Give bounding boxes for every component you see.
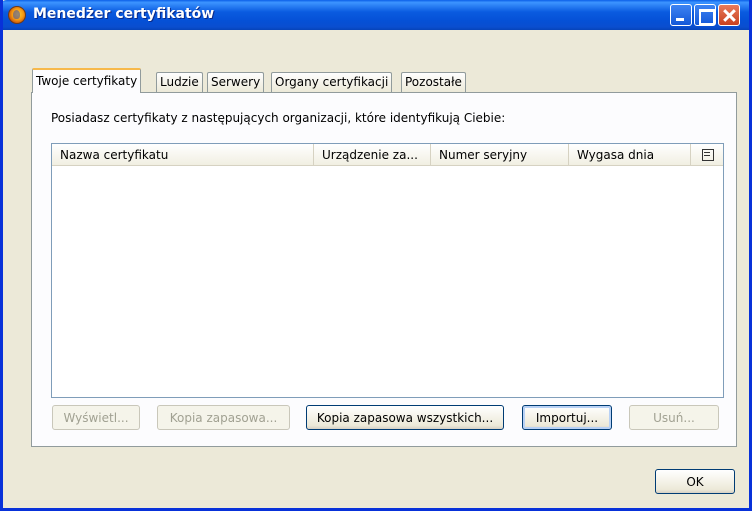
minimize-button[interactable] xyxy=(670,4,692,26)
ok-button[interactable]: OK xyxy=(655,469,735,494)
column-picker-icon[interactable] xyxy=(700,147,714,161)
backup-button[interactable]: Kopia zapasowa... xyxy=(157,405,290,430)
title-bar[interactable]: Menedżer certyfikatów xyxy=(3,0,749,30)
certificate-tree[interactable]: Nazwa certyfikatu Urządzenie za... Numer… xyxy=(51,143,724,398)
tab-others[interactable]: Pozostałe xyxy=(401,72,466,92)
column-header-device[interactable]: Urządzenie za... xyxy=(314,144,431,166)
maximize-button[interactable] xyxy=(694,4,716,26)
backup-all-button[interactable]: Kopia zapasowa wszystkich... xyxy=(306,405,504,430)
panel-description: Posiadasz certyfikaty z następujących or… xyxy=(51,111,506,125)
tab-authorities[interactable]: Organy certyfikacji xyxy=(271,72,393,92)
view-button[interactable]: Wyświetl... xyxy=(52,405,140,430)
tab-servers[interactable]: Serwery xyxy=(207,72,265,92)
close-button[interactable] xyxy=(718,4,740,26)
tab-your-certificates[interactable]: Twoje certyfikaty xyxy=(32,68,142,93)
column-header-expires[interactable]: Wygasa dnia xyxy=(569,144,691,166)
tab-panel: Posiadasz certyfikaty z następujących or… xyxy=(31,92,737,447)
window-title: Menedżer certyfikatów xyxy=(33,6,215,22)
tree-header: Nazwa certyfikatu Urządzenie za... Numer… xyxy=(52,144,723,166)
tab-people[interactable]: Ludzie xyxy=(156,72,203,92)
import-button[interactable]: Importuj... xyxy=(522,405,612,430)
column-header-name[interactable]: Nazwa certyfikatu xyxy=(52,144,314,166)
delete-button[interactable]: Usuń... xyxy=(629,405,719,430)
firefox-icon xyxy=(8,6,26,24)
column-header-serial[interactable]: Numer seryjny xyxy=(431,144,569,166)
certificate-manager-window: Menedżer certyfikatów Twoje certyfikaty … xyxy=(0,0,752,511)
